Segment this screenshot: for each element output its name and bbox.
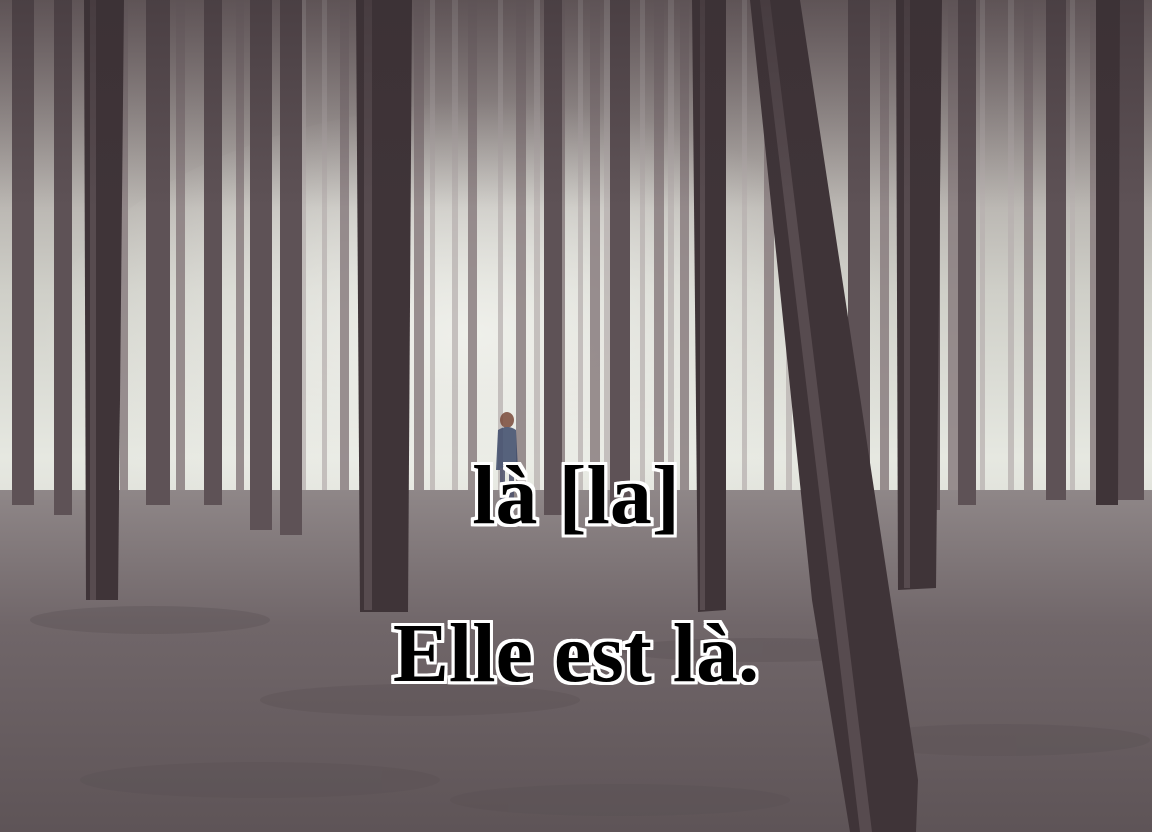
word-caption: là [la] (472, 449, 680, 542)
forest-illustration (0, 0, 1152, 832)
top-vignette (0, 0, 1152, 832)
forest-scene: là [la] Elle est là. (0, 0, 1152, 832)
sentence-caption: Elle est là. (392, 607, 760, 700)
